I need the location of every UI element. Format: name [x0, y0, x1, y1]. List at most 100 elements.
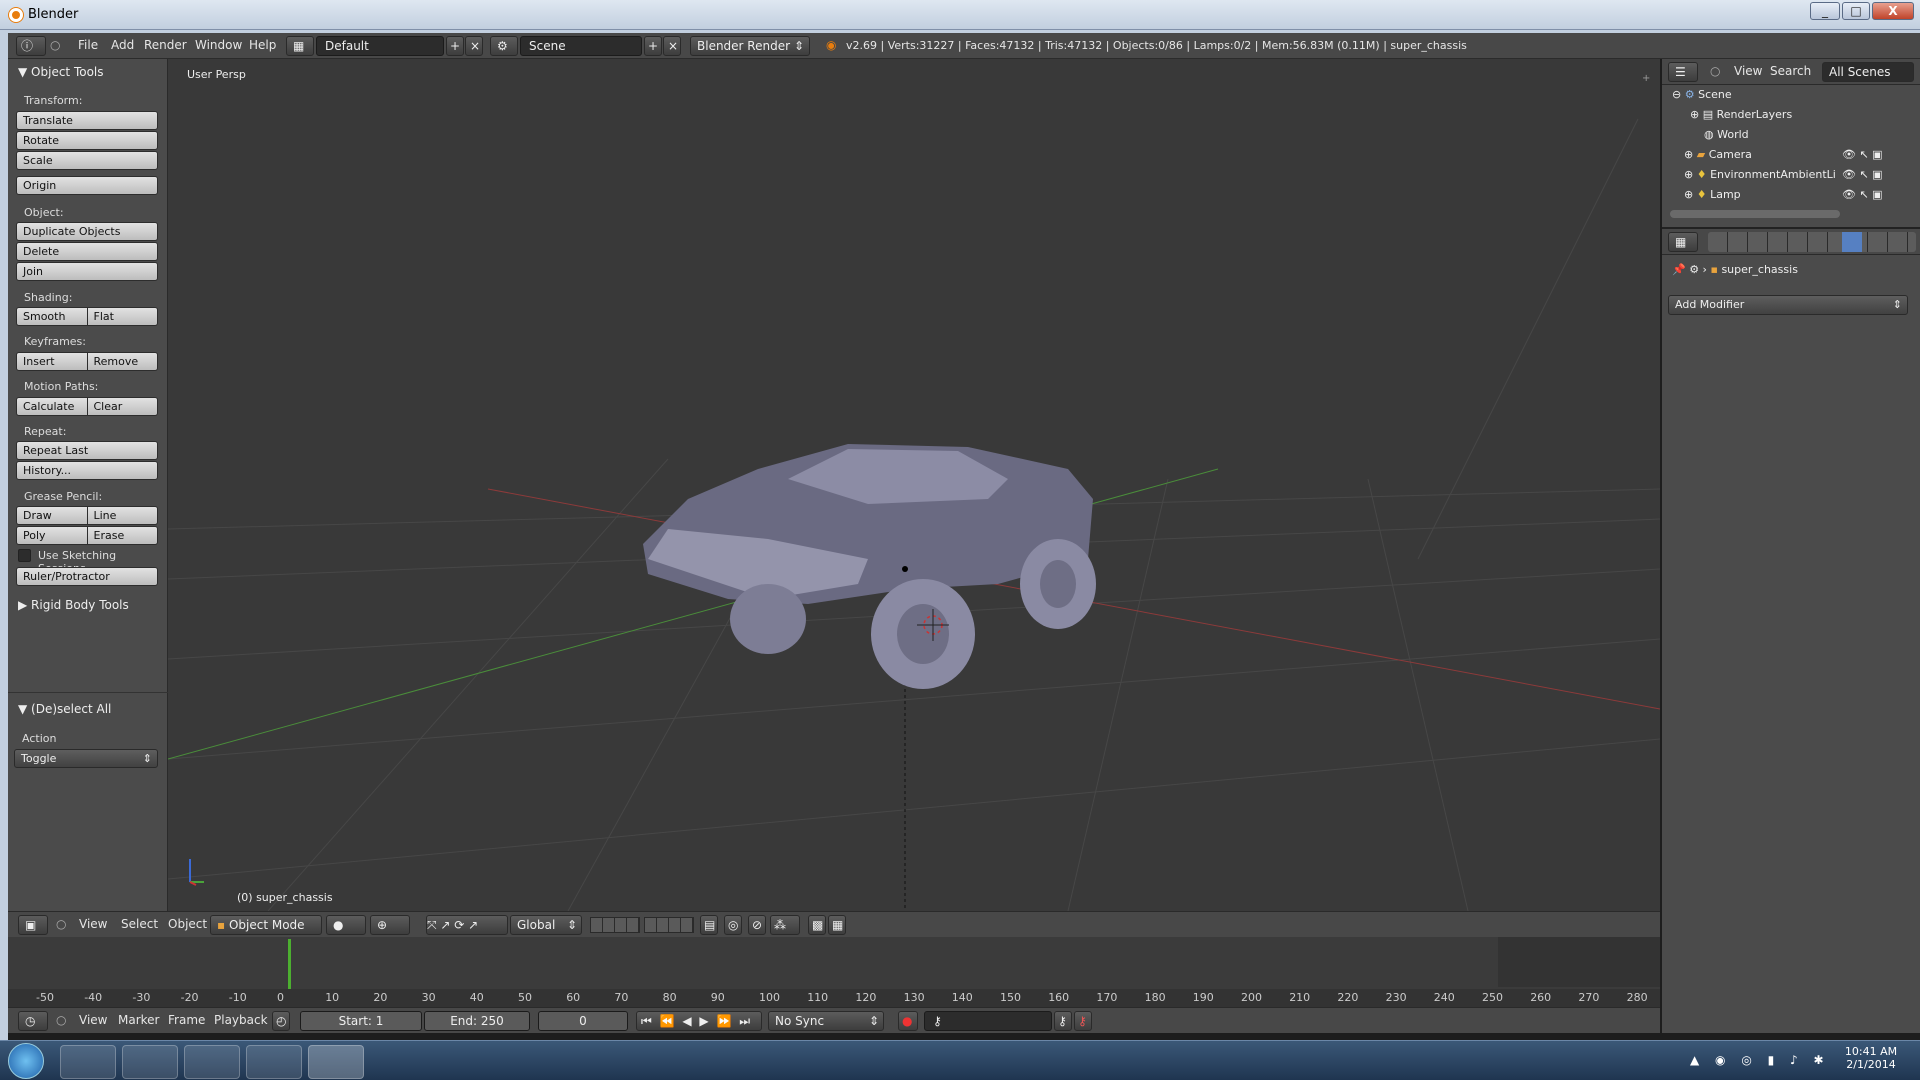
origin-button[interactable]: Origin	[16, 176, 158, 195]
view3d-menu-select[interactable]: Select	[121, 917, 158, 931]
timeline-menu-playback[interactable]: Playback	[214, 1013, 268, 1027]
clear-button[interactable]: Clear	[87, 397, 158, 416]
join-button[interactable]: Join	[16, 262, 158, 281]
environment-visibility-icons[interactable]: 👁 ↖ ▣	[1842, 168, 1883, 181]
scene-icon[interactable]: ⚙	[490, 36, 518, 56]
taskbar-steam-icon[interactable]	[60, 1045, 116, 1079]
draw-button[interactable]: Draw	[16, 506, 88, 525]
scene-field[interactable]: Scene	[520, 36, 642, 56]
add-modifier-dropdown[interactable]: Add Modifier ⇕	[1668, 295, 1908, 315]
layout-icon[interactable]: ▦	[286, 36, 314, 56]
camera-visibility-icons[interactable]: 👁 ↖ ▣	[1842, 148, 1883, 161]
remove-layout-icon[interactable]: ×	[465, 36, 483, 56]
layer-buttons-1[interactable]	[590, 917, 640, 933]
keying-set-field[interactable]: ⚷	[924, 1011, 1052, 1031]
delete-keyframe-icon[interactable]: ⚷	[1074, 1011, 1092, 1031]
calculate-button[interactable]: Calculate	[16, 397, 88, 416]
lamp-visibility-icons[interactable]: 👁 ↖ ▣	[1842, 188, 1883, 201]
outliner-collapse-icon[interactable]: ○	[1710, 64, 1720, 78]
snap-element-dropdown[interactable]: ⁂	[770, 915, 800, 935]
orientation-dropdown[interactable]: Global ⇕	[510, 915, 582, 935]
object-tools-header[interactable]: ▼ Object Tools	[18, 65, 104, 79]
outliner-scrollbar[interactable]	[1670, 210, 1840, 218]
minimize-button[interactable]: _	[1810, 2, 1840, 20]
deselect-all-header[interactable]: ▼ (De)select All	[18, 702, 111, 716]
timeline-menu-frame[interactable]: Frame	[168, 1013, 205, 1027]
opengl-render-icon[interactable]: ▩	[808, 915, 826, 935]
sync-dropdown[interactable]: No Sync ⇕	[768, 1011, 884, 1031]
remove-scene-icon[interactable]: ×	[663, 36, 681, 56]
editor-type-button[interactable]: ⓘ	[16, 36, 46, 56]
remove-keyframe-button[interactable]: Remove	[87, 352, 158, 371]
start-button-icon[interactable]	[8, 1043, 44, 1079]
outliner-item-scene[interactable]: ⊖ ⚙ Scene	[1672, 88, 1912, 108]
outliner-item-camera[interactable]: ⊕ ▰ Camera 👁 ↖ ▣	[1684, 148, 1920, 168]
translate-button[interactable]: Translate	[16, 111, 158, 130]
properties-context-tabs[interactable]	[1708, 232, 1916, 252]
menu-render[interactable]: Render	[144, 38, 187, 52]
layer-buttons-2[interactable]	[644, 917, 694, 933]
opengl-anim-icon[interactable]: ▦	[828, 915, 846, 935]
close-button[interactable]: X	[1872, 2, 1914, 20]
ruler-protractor-button[interactable]: Ruler/Protractor	[16, 567, 158, 586]
mode-dropdown[interactable]: ▪ Object Mode	[210, 915, 322, 935]
pivot-dropdown[interactable]: ⊕	[370, 915, 410, 935]
line-button[interactable]: Line	[87, 506, 158, 525]
menu-window[interactable]: Window	[195, 38, 242, 52]
rigid-body-tools-header[interactable]: ▶ Rigid Body Tools	[18, 598, 129, 612]
flat-button[interactable]: Flat	[87, 307, 158, 326]
view3d-editor-type-button[interactable]: ▣	[18, 915, 48, 935]
layout-field[interactable]: Default	[316, 36, 444, 56]
action-dropdown[interactable]: Toggle ⇕	[14, 749, 158, 768]
timeline-menu-view[interactable]: View	[79, 1013, 107, 1027]
delete-button[interactable]: Delete	[16, 242, 158, 261]
add-scene-icon[interactable]: +	[644, 36, 662, 56]
erase-button[interactable]: Erase	[87, 526, 158, 545]
sketching-checkbox[interactable]	[18, 549, 31, 562]
playback-controls[interactable]: ⏮ ⏪ ◀ ▶ ⏩ ⏭	[636, 1011, 762, 1031]
poly-button[interactable]: Poly	[16, 526, 88, 545]
start-frame-field[interactable]: Start: 1	[300, 1011, 422, 1031]
history-button[interactable]: History...	[16, 461, 158, 480]
outliner-item-world[interactable]: ◍ World	[1704, 128, 1920, 148]
current-frame-indicator[interactable]	[288, 939, 291, 989]
smooth-button[interactable]: Smooth	[16, 307, 88, 326]
add-layout-icon[interactable]: +	[446, 36, 464, 56]
clock[interactable]: 10:41 AM 2/1/2014	[1840, 1045, 1902, 1071]
duplicate-objects-button[interactable]: Duplicate Objects	[16, 222, 158, 241]
modifier-tab-wrench-icon[interactable]	[1842, 232, 1862, 252]
viewport-shading-dropdown[interactable]: ●	[326, 915, 366, 935]
scale-button[interactable]: Scale	[16, 151, 158, 170]
timeline[interactable]: -50 -40 -30 -20 -10 0 10 20 30 40 50 60 70 80 90 100 110…	[8, 937, 1660, 1007]
taskbar-explorer-icon[interactable]	[122, 1045, 178, 1079]
menu-add[interactable]: Add	[111, 38, 134, 52]
menu-file[interactable]: File	[78, 38, 98, 52]
end-frame-field[interactable]: End: 250	[424, 1011, 530, 1031]
view3d-collapse-icon[interactable]: ○	[56, 917, 66, 931]
pin-icon[interactable]: 📌	[1672, 263, 1686, 276]
view3d-menu-object[interactable]: Object	[168, 917, 207, 931]
view3d-menu-view[interactable]: View	[79, 917, 107, 931]
timeline-collapse-icon[interactable]: ○	[56, 1013, 66, 1027]
manipulator-buttons[interactable]: ⤧ ↗ ⟳ ↗	[426, 915, 508, 935]
preview-range-icon[interactable]: ◴	[272, 1011, 290, 1031]
taskbar-notepad-icon[interactable]	[308, 1045, 364, 1079]
insert-keyframe-button[interactable]: Insert	[16, 352, 88, 371]
system-tray-icons[interactable]: ▲ ◉ ◎ ▮ ♪ ✱	[1690, 1053, 1830, 1067]
timeline-editor-type-button[interactable]: ◷	[18, 1011, 48, 1031]
snap-icon[interactable]: ⊘	[748, 915, 766, 935]
maximize-button[interactable]: □	[1842, 2, 1870, 20]
outliner-item-renderlayers[interactable]: ⊕ ▤ RenderLayers	[1690, 108, 1920, 128]
outliner-editor-type-button[interactable]: ☰	[1668, 62, 1698, 82]
lock-layers-icon[interactable]: ▤	[700, 915, 718, 935]
proportional-edit-icon[interactable]: ◎	[724, 915, 742, 935]
taskbar-blender-icon[interactable]	[246, 1045, 302, 1079]
menu-help[interactable]: Help	[249, 38, 276, 52]
view-properties-toggle[interactable]: +	[1642, 73, 1650, 84]
current-frame-field[interactable]: 0	[538, 1011, 628, 1031]
record-icon[interactable]: ●	[898, 1011, 918, 1031]
timeline-menu-marker[interactable]: Marker	[118, 1013, 159, 1027]
repeat-last-button[interactable]: Repeat Last	[16, 441, 158, 460]
insert-keyframe-icon[interactable]: ⚷	[1054, 1011, 1072, 1031]
rotate-button[interactable]: Rotate	[16, 131, 158, 150]
